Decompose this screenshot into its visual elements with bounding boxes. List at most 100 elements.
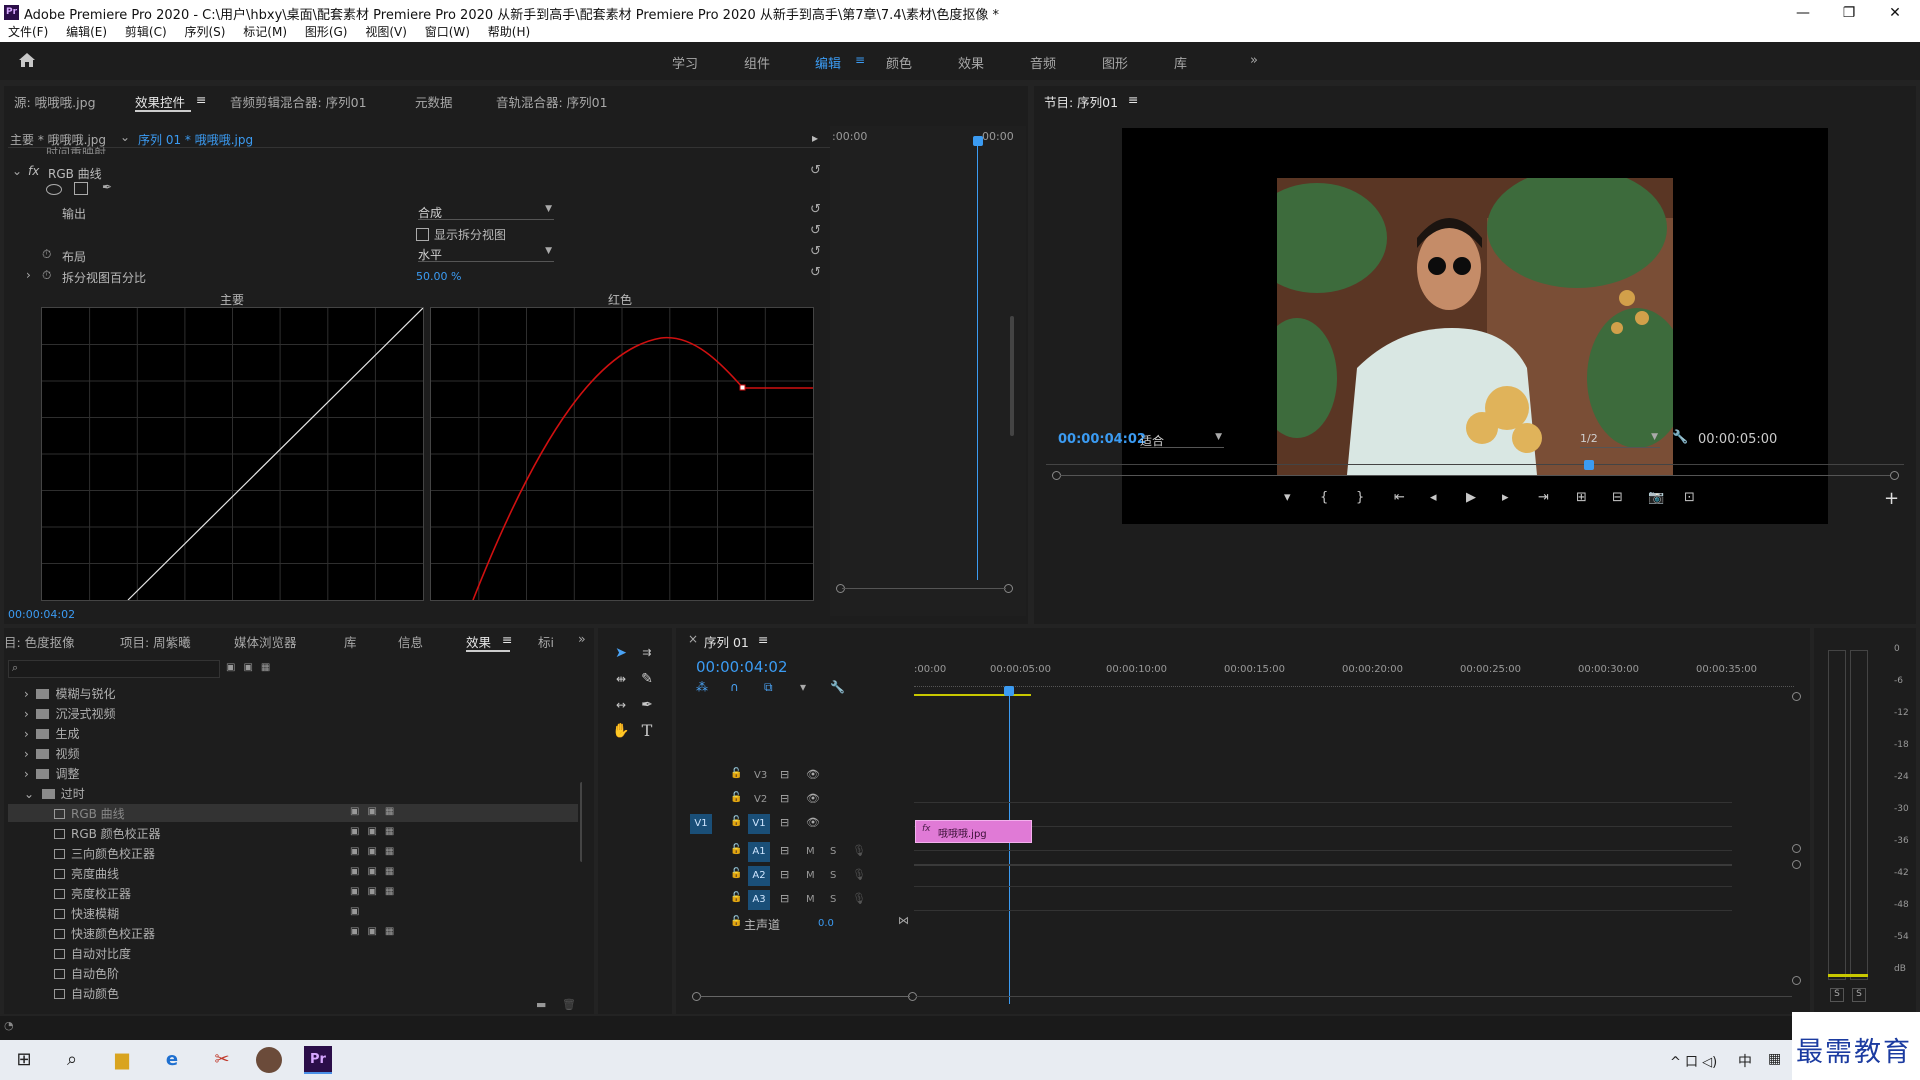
folder-adjust[interactable]: › 调整 — [24, 766, 79, 782]
panel-more-button[interactable]: » — [578, 631, 586, 646]
reset-split-percent-icon[interactable]: ↺ — [810, 265, 821, 280]
button-editor-add[interactable]: + — [1884, 488, 1899, 509]
timeline-settings-icon[interactable]: 🔧 — [830, 680, 845, 694]
ellipse-mask-icon[interactable] — [46, 184, 62, 195]
mute-button[interactable]: M — [806, 846, 815, 857]
tab-metadata[interactable]: 元数据 — [415, 92, 453, 111]
workspace-audio[interactable]: 音频 — [1030, 53, 1056, 72]
go-to-end-icon[interactable]: ⋈ — [898, 914, 909, 927]
go-to-in-button[interactable]: ⇤ — [1394, 490, 1405, 505]
program-scrub-ruler[interactable] — [1046, 464, 1904, 465]
step-forward-button[interactable]: ▸ — [1502, 490, 1509, 505]
effect-item[interactable]: 自动颜色 — [54, 986, 119, 1002]
edge-browser-icon[interactable]: e — [158, 1046, 186, 1074]
source-patch-v1[interactable]: V1 — [690, 814, 712, 834]
search-icon[interactable]: ⌕ — [58, 1046, 86, 1074]
eye-icon[interactable]: 👁 — [806, 768, 820, 781]
folder-blur-sharpen[interactable]: › 模糊与锐化 — [24, 686, 115, 702]
delete-icon[interactable]: 🗑 — [562, 998, 576, 1011]
meter-solo-left[interactable]: S — [1830, 988, 1844, 1002]
timeline-timecode[interactable]: 00:00:04:02 — [696, 658, 788, 676]
menu-help[interactable]: 帮助(H) — [488, 22, 530, 42]
workspace-effects[interactable]: 效果 — [958, 53, 984, 72]
program-playhead[interactable] — [1584, 460, 1594, 470]
pen-tool-icon[interactable]: ✒ — [636, 694, 658, 716]
effect-item[interactable]: 亮度曲线 — [54, 866, 119, 882]
sync-lock-icon[interactable]: ⊟ — [780, 868, 789, 881]
folder-obsolete[interactable]: ⌄ 过时 — [24, 786, 85, 802]
stopwatch-icon[interactable]: ⏱ — [42, 247, 51, 262]
export-frame-button[interactable]: 📷 — [1648, 490, 1664, 505]
microphone-icon[interactable]: 🎙 — [852, 892, 866, 905]
program-monitor-title[interactable]: 节目: 序列01 — [1044, 92, 1118, 111]
menu-marker[interactable]: 标记(M) — [243, 22, 287, 42]
effects-search-input[interactable]: ⌕ — [8, 660, 220, 678]
effect-item[interactable]: 快速颜色校正器 — [54, 926, 155, 942]
eye-icon[interactable]: 👁 — [806, 816, 820, 829]
tab-info[interactable]: 信息 — [398, 632, 423, 651]
split-percent-value[interactable]: 50.00 % — [416, 270, 461, 283]
folder-generate[interactable]: › 生成 — [24, 726, 79, 742]
photo-app-icon[interactable] — [256, 1047, 282, 1073]
file-explorer-icon[interactable]: ▆ — [108, 1046, 136, 1074]
mark-out-button[interactable]: } — [1356, 490, 1364, 505]
sync-lock-icon[interactable]: ⊟ — [780, 792, 789, 805]
red-curve-graph[interactable] — [430, 307, 814, 601]
sync-lock-icon[interactable]: ⊟ — [780, 892, 789, 905]
workspace-graphics[interactable]: 图形 — [1102, 53, 1128, 72]
workspace-learn[interactable]: 学习 — [672, 53, 698, 72]
system-tray[interactable]: ^ 口 ◁) — [1670, 1051, 1717, 1070]
tab-project-chroma[interactable]: 目: 色度抠像 — [4, 632, 75, 651]
comparison-view-button[interactable]: ⊡ — [1684, 490, 1695, 505]
curve-control-point[interactable] — [739, 384, 746, 391]
tab-effects[interactable]: 效果 — [466, 632, 491, 651]
extract-button[interactable]: ⊟ — [1612, 490, 1623, 505]
tab-markers[interactable]: 标i — [538, 632, 554, 651]
stopwatch-icon[interactable]: ⏱ — [42, 268, 51, 283]
sequence-clip-label[interactable]: 序列 01 * 哦哦哦.jpg — [138, 131, 253, 148]
effect-item[interactable]: 快速模糊 — [54, 906, 119, 922]
pen-mask-icon[interactable]: ✒ — [102, 180, 112, 194]
folder-immersive-video[interactable]: › 沉浸式视频 — [24, 706, 115, 722]
timeline-clip[interactable]: fx 哦哦哦.jpg — [915, 820, 1032, 843]
slip-tool-icon[interactable]: ↔ — [610, 694, 632, 716]
tab-project-zhou[interactable]: 项目: 周紫曦 — [120, 632, 191, 651]
timeline-tab[interactable]: 序列 01 — [704, 632, 749, 651]
add-marker-icon[interactable]: ▾ — [800, 680, 806, 694]
effects-menu-icon[interactable]: ≡ — [502, 632, 512, 647]
workspace-assembly[interactable]: 组件 — [744, 53, 770, 72]
reset-effect-icon[interactable]: ↺ — [810, 163, 821, 178]
windows-start-icon[interactable]: ⊞ — [10, 1046, 38, 1074]
effect-item[interactable]: RGB 颜色校正器 — [54, 826, 161, 842]
sync-lock-icon[interactable]: ⊟ — [780, 844, 789, 857]
tab-effect-controls[interactable]: 效果控件 — [135, 92, 185, 111]
resolution-dropdown[interactable]: 1/2 ▼ — [1580, 432, 1660, 448]
master-curve-graph[interactable] — [41, 307, 424, 601]
add-marker-button[interactable]: ▾ — [1284, 490, 1291, 505]
lock-icon[interactable]: 🔓 — [730, 892, 742, 903]
effect-item[interactable]: RGB 曲线 — [54, 806, 125, 822]
solo-button[interactable]: S — [830, 894, 836, 905]
mini-playhead-handle[interactable] — [973, 136, 983, 146]
effect-item[interactable]: 亮度校正器 — [54, 886, 131, 902]
keyboard-icon[interactable]: ▦ — [1768, 1051, 1781, 1067]
master-curve-svg[interactable] — [42, 307, 424, 601]
type-tool-icon[interactable]: T — [636, 720, 658, 742]
eye-icon[interactable]: 👁 — [806, 792, 820, 805]
reset-split-view-icon[interactable]: ↺ — [810, 223, 821, 238]
selection-tool-icon[interactable]: ➤ — [610, 642, 632, 664]
menu-sequence[interactable]: 序列(S) — [184, 22, 225, 42]
effect-item[interactable]: 三向颜色校正器 — [54, 846, 155, 862]
track-a2[interactable]: A2 — [748, 866, 770, 886]
ripple-edit-tool-icon[interactable]: ⇹ — [610, 668, 632, 690]
sync-lock-icon[interactable]: ⊟ — [780, 816, 789, 829]
mute-button[interactable]: M — [806, 894, 815, 905]
program-current-timecode[interactable]: 00:00:04:02 — [1058, 432, 1146, 447]
solo-button[interactable]: S — [830, 870, 836, 881]
lock-icon[interactable]: 🔓 — [730, 768, 742, 779]
linked-selection-icon[interactable]: ⧉ — [764, 680, 773, 695]
program-zoom-right[interactable] — [1890, 471, 1899, 480]
timeline-ruler[interactable]: :00:00 00:00:05:00 00:00:10:00 00:00:15:… — [914, 654, 1794, 698]
expand-right-icon[interactable]: ▸ — [812, 131, 818, 145]
lock-icon[interactable]: 🔓 — [730, 916, 742, 927]
